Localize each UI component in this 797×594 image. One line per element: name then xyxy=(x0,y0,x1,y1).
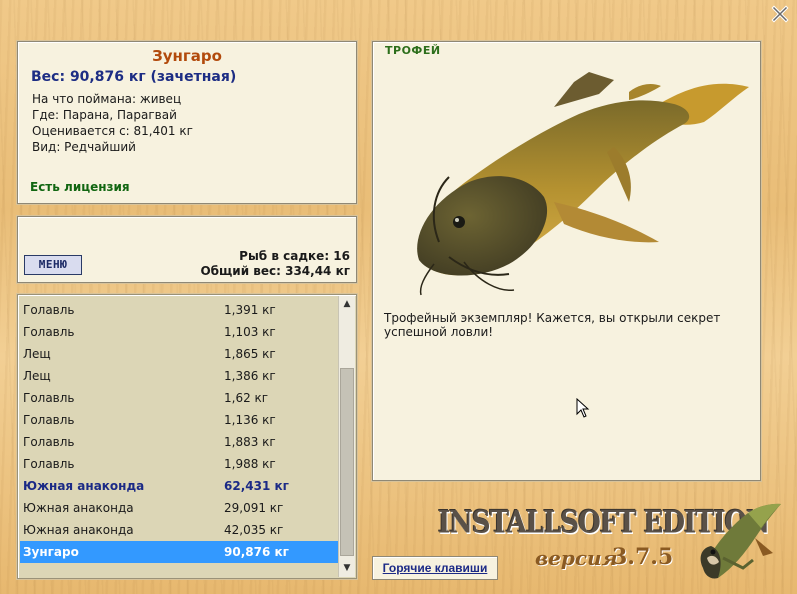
list-item[interactable]: Голавль 1,136 кг xyxy=(20,409,338,431)
pike-logo xyxy=(700,503,781,579)
place-info: Где: Парана, Парагвай xyxy=(32,108,177,122)
fish-info-panel: Зунгаро Вес: 90,876 кг (зачетная) На что… xyxy=(17,41,357,204)
cage-summary-panel: МЕНЮ Рыб в садке: 16 Общий вес: 334,44 к… xyxy=(17,216,357,283)
fish-name: Южная анаконда xyxy=(23,523,134,537)
bait-info: На что поймана: живец xyxy=(32,92,182,106)
list-scrollbar[interactable]: ▲ ▼ xyxy=(338,296,355,577)
list-item[interactable]: Голавль 1,883 кг xyxy=(20,431,338,453)
trophy-description: Трофейный экземпляр! Кажется, вы открыли… xyxy=(384,311,721,339)
catch-list-panel: Голавль 1,391 кг Голавль 1,103 кг Лещ 1,865… xyxy=(17,294,357,579)
game-window: { "fish_info": { "name": "Зунгаро", "wei… xyxy=(0,0,797,594)
version-number: 3.7.5 xyxy=(612,544,674,570)
license-status: Есть лицензия xyxy=(30,180,130,194)
scroll-up-arrow-icon[interactable]: ▲ xyxy=(339,296,355,313)
list-item[interactable]: Лещ 1,865 кг xyxy=(20,343,338,365)
list-item[interactable]: Голавль 1,103 кг xyxy=(20,321,338,343)
fish-name: Голавль xyxy=(23,457,75,471)
fish-weight: 1,103 кг xyxy=(224,325,276,339)
scroll-down-arrow-icon[interactable]: ▼ xyxy=(339,560,355,577)
fish-weight: 1,883 кг xyxy=(224,435,276,449)
fish-name: Лещ xyxy=(23,369,51,383)
fish-name: Южная анаконда xyxy=(23,501,134,515)
cage-total-weight: Общий вес: 334,44 кг xyxy=(200,264,350,278)
fish-weight: 1,386 кг xyxy=(224,369,276,383)
fish-weight: 1,865 кг xyxy=(224,347,276,361)
version-prefix: версия xyxy=(535,546,618,570)
list-item[interactable]: Зунгаро 90,876 кг xyxy=(20,541,338,563)
fish-name-title: Зунгаро xyxy=(152,47,222,65)
fish-name: Голавль xyxy=(23,391,75,405)
fish-weight: 42,035 кг xyxy=(224,523,284,537)
fish-name: Голавль xyxy=(23,325,75,339)
rarity-info: Вид: Редчайший xyxy=(32,140,136,154)
fish-weight: 62,431 кг xyxy=(224,479,289,493)
list-item[interactable]: Голавль 1,62 кг xyxy=(20,387,338,409)
fish-weight: 1,391 кг xyxy=(224,303,276,317)
fish-name: Лещ xyxy=(23,347,51,361)
scroll-thumb[interactable] xyxy=(340,368,354,556)
cage-fish-count: Рыб в садке: 16 xyxy=(239,249,350,263)
list-item[interactable]: Голавль 1,988 кг xyxy=(20,453,338,475)
value-threshold-info: Оценивается с: 81,401 кг xyxy=(32,124,193,138)
list-item[interactable]: Южная анаконда 42,035 кг xyxy=(20,519,338,541)
list-item[interactable]: Голавль 1,391 кг xyxy=(20,299,338,321)
fish-name: Голавль xyxy=(23,435,75,449)
fish-weight: 1,62 кг xyxy=(224,391,269,405)
zungaro-fish-image xyxy=(417,72,749,296)
fish-weight: 1,988 кг xyxy=(224,457,276,471)
catch-list[interactable]: Голавль 1,391 кг Голавль 1,103 кг Лещ 1,865… xyxy=(20,299,338,563)
close-icon[interactable] xyxy=(771,5,789,23)
list-item[interactable]: Южная анаконда 29,091 кг xyxy=(20,497,338,519)
trophy-panel: ТРОФЕЙ Трофейный экземпляр! Кажется, вы … xyxy=(372,41,761,481)
fish-name: Южная анаконда xyxy=(23,479,145,493)
fish-weight-line: Вес: 90,876 кг (зачетная) xyxy=(31,69,237,85)
fish-weight: 1,136 кг xyxy=(224,413,276,427)
fish-weight: 29,091 кг xyxy=(224,501,284,515)
mouse-cursor-icon xyxy=(576,398,590,418)
fish-name: Голавль xyxy=(23,413,75,427)
list-item[interactable]: Южная анаконда 62,431 кг xyxy=(20,475,338,497)
menu-button[interactable]: МЕНЮ xyxy=(24,255,82,275)
fish-name: Зунгаро xyxy=(23,545,79,559)
fish-weight: 90,876 кг xyxy=(224,545,289,559)
fish-name: Голавль xyxy=(23,303,75,317)
list-item[interactable]: Лещ 1,386 кг xyxy=(20,365,338,387)
hotkeys-button[interactable]: Горячие клавиши xyxy=(372,556,498,580)
